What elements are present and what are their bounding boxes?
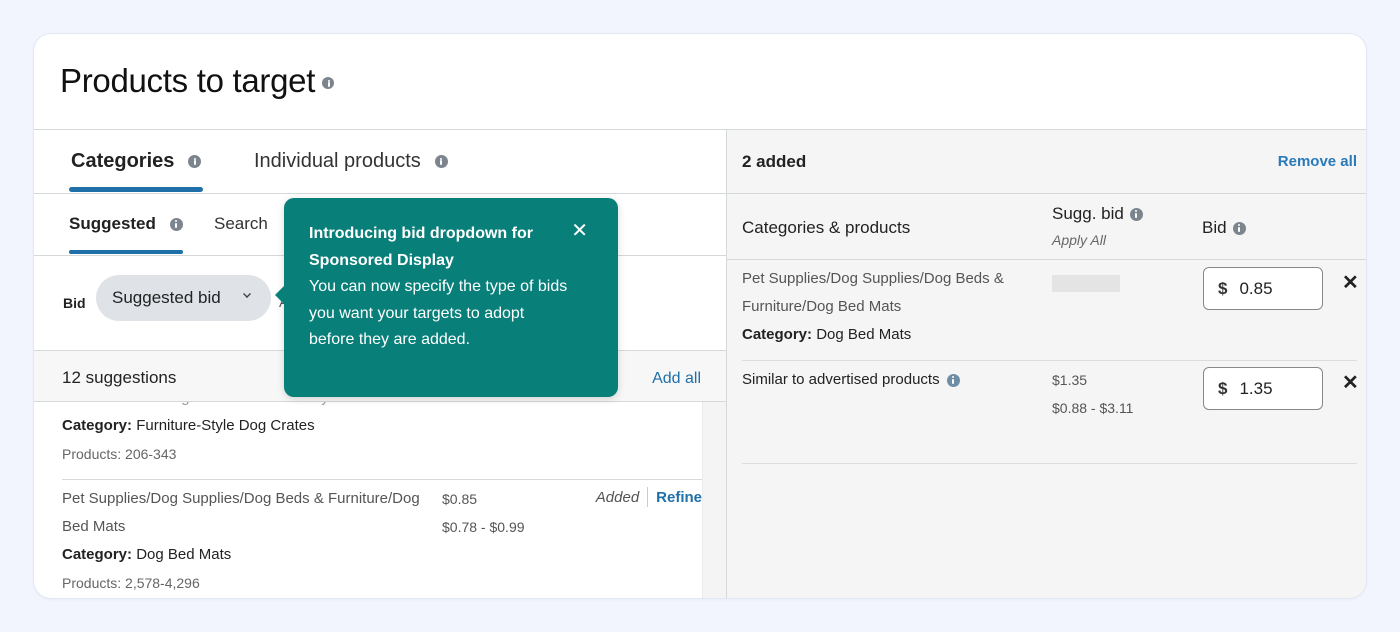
bid-label: Bid: [63, 295, 86, 311]
column-header-label: Bid: [1202, 218, 1227, 237]
category-line: Category: Dog Bed Mats: [62, 541, 702, 569]
subtab-search[interactable]: Search: [214, 214, 268, 234]
suggested-bid-loading: [1052, 275, 1120, 292]
category-line: Category: Dog Bed Mats: [742, 321, 1357, 349]
added-count: 2 added: [742, 152, 807, 171]
page-title-text: Products to target: [60, 62, 316, 99]
tab-individual-products[interactable]: Individual products: [254, 150, 448, 173]
suggested-bid-value: $1.35: [1052, 372, 1088, 388]
remove-all-link[interactable]: Remove all: [1278, 153, 1357, 170]
category-label: Category:: [62, 417, 133, 434]
column-header-sugg-bid: Sugg. bid: [1052, 204, 1143, 224]
table-row: Similar to advertised products $1.35 $0.…: [742, 366, 1359, 446]
tab-categories[interactable]: Categories: [71, 150, 202, 173]
info-icon[interactable]: [434, 155, 448, 168]
divider: [62, 479, 702, 480]
active-subtab-indicator: [69, 250, 183, 254]
suggested-bid-range: $0.78 - $0.99: [442, 519, 525, 535]
products-to-target-card: Products to target Categories Individual…: [33, 33, 1367, 599]
target-type-tabs: Categories Individual products: [34, 130, 726, 194]
bid-input[interactable]: $: [1203, 267, 1323, 310]
feature-announcement-popover: Introducing bid dropdown for Sponsored D…: [275, 198, 618, 397]
suggestions-list: Homes & Pets/Dog Crates/Furniture-Style …: [34, 402, 702, 598]
products-count: Products: 2,578-4,296: [62, 575, 200, 591]
close-icon[interactable]: ✕: [571, 220, 588, 242]
popover-title: Introducing bid dropdown for Sponsored D…: [309, 225, 533, 269]
category-path: Pet Supplies/Dog Supplies/Dog Beds & Fur…: [62, 490, 420, 535]
divider: [647, 487, 649, 507]
column-header-label: Sugg. bid: [1052, 204, 1124, 223]
remove-target-icon[interactable]: ✕: [1342, 273, 1359, 293]
category-name: Furniture-Style Dog Crates: [136, 417, 315, 434]
products-count: Products: 206-343: [62, 446, 177, 462]
currency-symbol: $: [1218, 378, 1228, 398]
divider: [742, 360, 1357, 361]
subtab-suggested[interactable]: Suggested: [69, 214, 183, 234]
remove-target-icon[interactable]: ✕: [1342, 373, 1359, 393]
suggestions-count: 12 suggestions: [62, 368, 177, 387]
suggested-bid: $1.35 $0.88 - $3.11: [1052, 366, 1133, 422]
divider: [742, 463, 1357, 464]
column-header-bid: Bid: [1202, 218, 1246, 238]
category-name: Dog Bed Mats: [136, 546, 232, 563]
category-line: Category: Furniture-Style Dog Crates: [62, 412, 702, 440]
list-item: Homes & Pets/Dog Crates/Furniture-Style …: [62, 402, 702, 468]
info-icon[interactable]: [169, 217, 183, 231]
bid-input-field[interactable]: [1239, 378, 1310, 399]
category-label: Category:: [62, 546, 133, 563]
suggested-bid-value: $0.85: [442, 491, 478, 507]
subtab-label: Suggested: [69, 214, 156, 233]
category-label: Category:: [742, 326, 813, 343]
popover-body: You can now specify the type of bids you…: [309, 278, 568, 348]
suggested-bid-range: $0.88 - $3.11: [1052, 400, 1134, 416]
active-tab-indicator: [69, 187, 203, 192]
added-header: 2 added Remove all: [727, 130, 1366, 194]
item-actions: Added Refine: [596, 487, 702, 507]
add-all-link[interactable]: Add all: [652, 370, 701, 388]
bid-type-selected: Suggested bid: [112, 288, 221, 307]
target-label: Similar to advertised products: [742, 371, 940, 388]
suggested-bid: $0.85 $0.78 - $0.99: [442, 485, 525, 541]
suggestions-scrollbar[interactable]: [702, 402, 726, 598]
chevron-down-icon: [243, 290, 251, 298]
column-header-categories: Categories & products: [742, 218, 911, 237]
card-header: Products to target: [34, 34, 1366, 130]
subtab-label: Search: [214, 214, 268, 233]
category-name: Dog Bed Mats: [816, 326, 912, 343]
category-path: Homes & Pets/Dog Crates/Furniture-Style …: [62, 402, 422, 412]
added-table-header: Categories & products Sugg. bid Apply Al…: [727, 194, 1366, 260]
added-status: Added: [595, 488, 640, 506]
bid-type-dropdown[interactable]: Suggested bid: [96, 275, 271, 321]
bid-input[interactable]: $: [1203, 367, 1323, 410]
tab-label: Categories: [71, 150, 175, 172]
table-row: Pet Supplies/Dog Supplies/Dog Beds & Fur…: [742, 265, 1359, 355]
tab-label: Individual products: [254, 150, 421, 172]
info-icon[interactable]: [188, 155, 202, 168]
currency-symbol: $: [1218, 278, 1228, 298]
refine-link[interactable]: Refine: [656, 489, 702, 506]
list-item: Pet Supplies/Dog Supplies/Dog Beds & Fur…: [62, 485, 702, 597]
bid-input-field[interactable]: [1239, 278, 1310, 299]
info-icon[interactable]: [1232, 221, 1246, 235]
added-targets-pane: 2 added Remove all Categories & products…: [726, 130, 1366, 598]
page-title: Products to target: [60, 62, 335, 100]
apply-all-link[interactable]: Apply All: [1052, 232, 1106, 248]
info-icon[interactable]: [1129, 207, 1143, 221]
category-path: Pet Supplies/Dog Supplies/Dog Beds & Fur…: [742, 270, 1004, 315]
info-icon[interactable]: [946, 373, 960, 387]
info-icon[interactable]: [322, 77, 335, 89]
